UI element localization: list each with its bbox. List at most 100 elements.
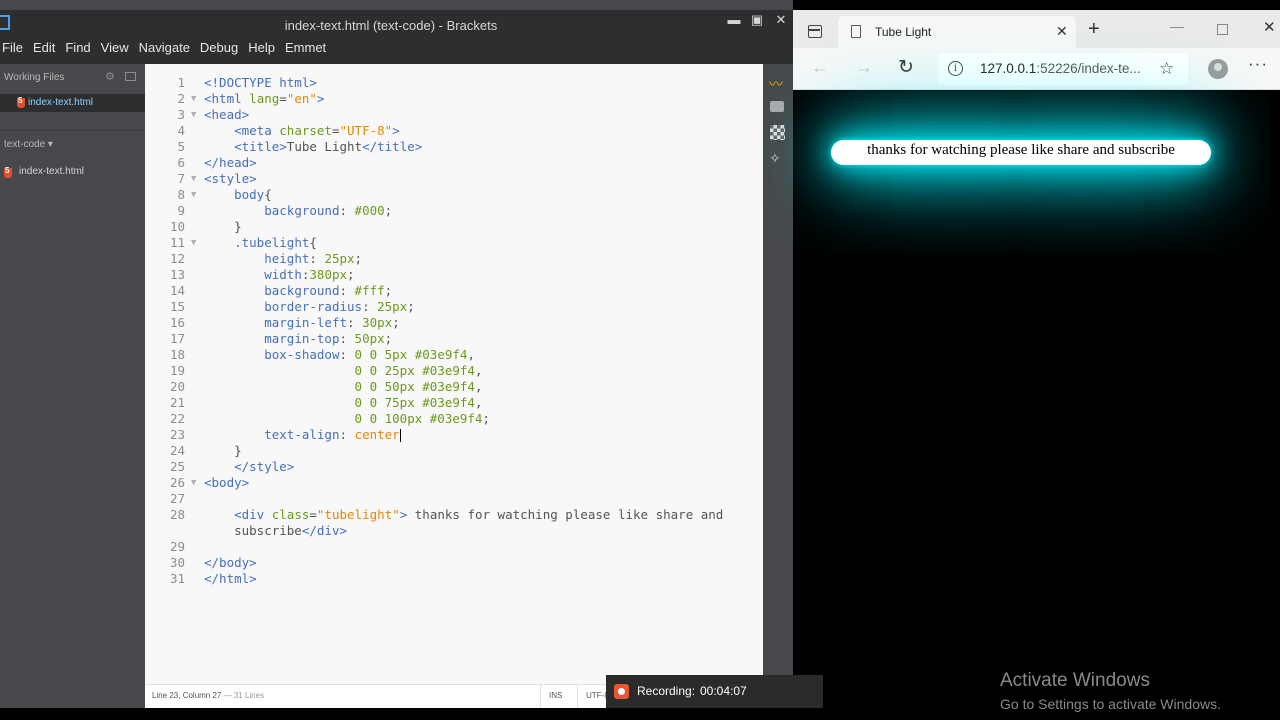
menu-navigate[interactable]: Navigate	[134, 38, 195, 58]
code-text[interactable]: box-shadow: 0 0 5px #03e9f4,	[204, 347, 475, 363]
maximize-icon[interactable]	[1217, 24, 1228, 35]
code-line[interactable]: 2 ▼ <html lang="en">	[145, 91, 763, 107]
code-line[interactable]: 30 </body>	[145, 555, 763, 571]
code-line[interactable]: 29	[145, 539, 763, 555]
code-line[interactable]: 22 0 0 100px #03e9f4;	[145, 411, 763, 427]
code-text[interactable]: <meta charset="UTF-8">	[204, 123, 400, 139]
tab-tube-light[interactable]: Tube Light ✕	[838, 16, 1076, 48]
fold-arrow-icon[interactable]: ▼	[191, 475, 196, 491]
menu-file[interactable]: File	[0, 38, 28, 58]
code-line[interactable]: 28 <div class="tubelight"> thanks for wa…	[145, 507, 763, 523]
fold-arrow-icon[interactable]: ▼	[191, 91, 196, 107]
code-line[interactable]: 14 background: #fff;	[145, 283, 763, 299]
profile-avatar[interactable]	[1208, 59, 1228, 79]
code-text[interactable]: <head>	[204, 107, 249, 123]
fold-arrow-icon[interactable]: ▼	[191, 187, 196, 203]
code-line[interactable]: 13 width:380px;	[145, 267, 763, 283]
code-text[interactable]: 0 0 50px #03e9f4,	[204, 379, 483, 395]
magic-wand-icon[interactable]: ✧	[769, 151, 786, 165]
code-line[interactable]: 23 text-align: center	[145, 427, 763, 443]
code-text[interactable]: subscribe</div>	[204, 523, 347, 539]
code-text[interactable]: 0 0 25px #03e9f4,	[204, 363, 483, 379]
code-line[interactable]: 12 height: 25px;	[145, 251, 763, 267]
code-text[interactable]: 0 0 100px #03e9f4;	[204, 411, 490, 427]
code-line[interactable]: 16 margin-left: 30px;	[145, 315, 763, 331]
code-text[interactable]: border-radius: 25px;	[204, 299, 415, 315]
code-text[interactable]: text-align: center	[204, 427, 401, 443]
code-text[interactable]: background: #fff;	[204, 283, 392, 299]
code-line[interactable]: 8 ▼ body{	[145, 187, 763, 203]
code-text[interactable]: margin-left: 30px;	[204, 315, 400, 331]
add-favorite-icon[interactable]: ☆	[1159, 59, 1174, 79]
new-tab-icon[interactable]: +	[1088, 18, 1100, 41]
code-text[interactable]: <!DOCTYPE html>	[204, 75, 317, 91]
code-line[interactable]: 24 }	[145, 443, 763, 459]
code-text[interactable]: }	[204, 443, 242, 459]
checker-icon[interactable]	[770, 125, 785, 140]
code-line[interactable]: 21 0 0 75px #03e9f4,	[145, 395, 763, 411]
code-line[interactable]: 3 ▼ <head>	[145, 107, 763, 123]
code-line[interactable]: 1 <!DOCTYPE html>	[145, 75, 763, 91]
menu-emmet[interactable]: Emmet	[280, 38, 331, 58]
site-info-icon[interactable]: i	[948, 61, 963, 76]
code-line[interactable]: 9 background: #000;	[145, 203, 763, 219]
code-text[interactable]: height: 25px;	[204, 251, 362, 267]
address-bar[interactable]: i 127.0.0.1:52226/index-te... ☆	[938, 53, 1188, 85]
code-text[interactable]: </head>	[204, 155, 257, 171]
project-dropdown[interactable]: text-code ▾	[4, 139, 53, 150]
code-lines[interactable]: 1 <!DOCTYPE html> 2 ▼ <html lang="en"> 3 ▼ <hea…	[145, 75, 763, 587]
code-text[interactable]: <body>	[204, 475, 249, 491]
code-text[interactable]: width:380px;	[204, 267, 354, 283]
code-line[interactable]: 20 0 0 50px #03e9f4,	[145, 379, 763, 395]
url-text[interactable]: 127.0.0.1:52226/index-te...	[980, 61, 1141, 76]
code-text[interactable]: margin-top: 50px;	[204, 331, 392, 347]
back-arrow-icon[interactable]: ←	[811, 57, 829, 78]
code-line[interactable]: 11 ▼ .tubelight{	[145, 235, 763, 251]
recording-indicator[interactable]: Recording: 00:04:07	[606, 675, 823, 708]
code-text[interactable]: <html lang="en">	[204, 91, 324, 107]
code-editor[interactable]: 1 <!DOCTYPE html> 2 ▼ <html lang="en"> 3 ▼ <hea…	[145, 64, 763, 684]
code-line[interactable]: 31 </html>	[145, 571, 763, 587]
code-text[interactable]: </html>	[204, 571, 257, 587]
tab-actions-icon[interactable]	[808, 25, 822, 38]
code-line[interactable]: 25 </style>	[145, 459, 763, 475]
close-icon[interactable]: ✕	[1263, 18, 1276, 36]
fold-arrow-icon[interactable]: ▼	[191, 235, 196, 251]
menu-view[interactable]: View	[96, 38, 134, 58]
split-view-icon[interactable]	[125, 72, 136, 81]
code-text[interactable]: body{	[204, 187, 272, 203]
maximize-icon[interactable]: ▣	[749, 12, 765, 28]
code-line[interactable]: 7 ▼ <style>	[145, 171, 763, 187]
close-icon[interactable]: ✕	[773, 12, 789, 28]
code-text[interactable]: </style>	[204, 459, 294, 475]
code-line[interactable]: 18 box-shadow: 0 0 5px #03e9f4,	[145, 347, 763, 363]
code-line[interactable]: 26 ▼ <body>	[145, 475, 763, 491]
menu-debug[interactable]: Debug	[195, 38, 243, 58]
gear-icon[interactable]: ⚙	[105, 70, 115, 83]
extension-manager-icon[interactable]	[770, 101, 784, 112]
fold-arrow-icon[interactable]: ▼	[191, 107, 196, 123]
code-text[interactable]: <title>Tube Light</title>	[204, 139, 422, 155]
code-line[interactable]: 10 }	[145, 219, 763, 235]
code-line[interactable]: 4 <meta charset="UTF-8">	[145, 123, 763, 139]
menu-help[interactable]: Help	[243, 38, 280, 58]
code-text[interactable]: background: #000;	[204, 203, 392, 219]
code-line[interactable]: 27	[145, 491, 763, 507]
code-text[interactable]: <style>	[204, 171, 257, 187]
menu-find[interactable]: Find	[60, 38, 95, 58]
minimize-icon[interactable]: ▬	[726, 12, 742, 27]
code-text[interactable]: </body>	[204, 555, 257, 571]
code-line[interactable]: 5 <title>Tube Light</title>	[145, 139, 763, 155]
minimize-icon[interactable]: —	[1170, 18, 1184, 34]
refresh-icon[interactable]: ↻	[898, 56, 914, 79]
code-line[interactable]: subscribe</div>	[145, 523, 763, 539]
fold-arrow-icon[interactable]: ▼	[191, 171, 196, 187]
insert-mode-toggle[interactable]: INS	[549, 691, 562, 700]
more-menu-icon[interactable]: ···	[1248, 54, 1268, 74]
code-line[interactable]: 17 margin-top: 50px;	[145, 331, 763, 347]
tab-close-icon[interactable]: ✕	[1056, 23, 1068, 40]
menu-edit[interactable]: Edit	[28, 38, 60, 58]
code-text[interactable]: .tubelight{	[204, 235, 317, 251]
forward-arrow-icon[interactable]: →	[855, 57, 873, 78]
code-text[interactable]: <div class="tubelight"> thanks for watch…	[204, 507, 723, 523]
